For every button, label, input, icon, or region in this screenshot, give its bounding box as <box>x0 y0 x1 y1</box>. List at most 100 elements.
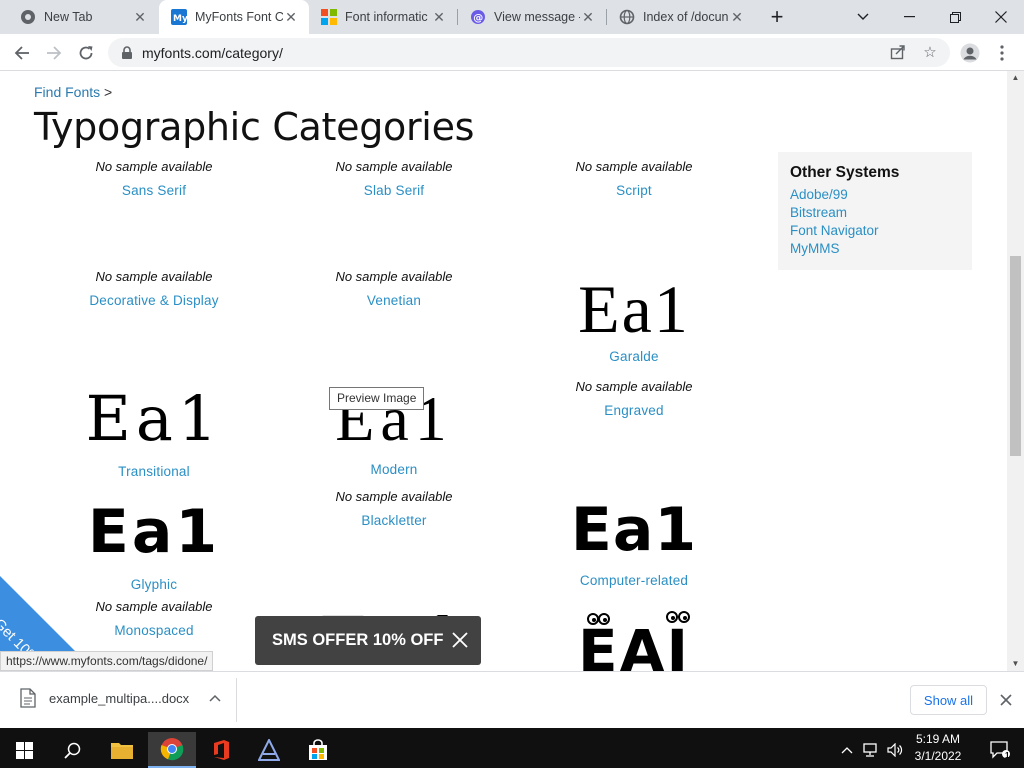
sidebar-link-bitstream[interactable]: Bitstream <box>790 204 960 222</box>
tab-new-tab[interactable]: New Tab ✕ <box>8 0 158 34</box>
office-button[interactable] <box>197 732 245 768</box>
new-tab-button[interactable]: + <box>760 0 794 34</box>
download-item[interactable]: example_multipa....docx <box>20 688 221 708</box>
search-button[interactable] <box>48 732 96 768</box>
clock-date: 3/1/2022 <box>914 749 962 763</box>
category-link[interactable]: Modern <box>274 462 514 477</box>
close-icon[interactable] <box>451 631 469 649</box>
category-link[interactable]: Computer-related <box>514 573 754 588</box>
browser-menu-button[interactable] <box>988 39 1016 67</box>
scroll-up-arrow-icon[interactable]: ▲ <box>1007 71 1024 85</box>
chrome-taskbar-button[interactable] <box>148 732 196 768</box>
category-decorative-display: No sample available Decorative & Display <box>34 269 274 308</box>
sms-offer-banner[interactable]: SMS OFFER 10% OFF <box>255 616 481 665</box>
category-computer-related: Ea1 Computer-related <box>514 495 754 588</box>
close-window-button[interactable] <box>978 0 1024 34</box>
tab-title: MyFonts Font C <box>195 10 283 24</box>
sidebar-link-mymms[interactable]: MyMMS <box>790 240 960 258</box>
windows-taskbar: 5:19 AM 3/1/2022 1 <box>0 728 1024 768</box>
breadcrumb: Find Fonts > <box>34 84 112 100</box>
network-icon <box>863 743 877 757</box>
category-link[interactable]: Venetian <box>274 293 514 308</box>
cartoon-glyphs-sample: EAI <box>578 611 690 671</box>
category-link[interactable]: Garalde <box>514 349 754 364</box>
close-tab-icon[interactable]: ✕ <box>283 9 299 25</box>
minimize-icon <box>903 16 915 18</box>
no-sample-text: No sample available <box>95 269 213 284</box>
tray-expand-button[interactable] <box>836 732 858 768</box>
browser-toolbar: myfonts.com/category/ ☆ <box>0 34 1024 71</box>
file-explorer-button[interactable] <box>98 732 146 768</box>
url-text: myfonts.com/category/ <box>142 44 283 61</box>
sample-image-cartoon[interactable]: EAI <box>514 607 754 671</box>
sidebar-link-adobe[interactable]: Adobe/99 <box>790 186 960 204</box>
share-icon[interactable] <box>889 44 907 62</box>
sample-glyphs: Ea1 <box>87 497 221 567</box>
document-file-icon <box>20 688 36 708</box>
profile-button[interactable] <box>956 39 984 67</box>
restore-button[interactable] <box>932 0 978 34</box>
bookmark-star-icon[interactable]: ☆ <box>921 44 939 62</box>
tab-view-message[interactable]: @ View message - ✕ <box>458 0 606 34</box>
reload-button[interactable] <box>72 39 100 67</box>
breadcrumb-find-fonts-link[interactable]: Find Fonts <box>34 84 100 100</box>
back-button[interactable] <box>8 39 36 67</box>
start-button[interactable] <box>0 732 48 768</box>
sample-image-glyphic[interactable]: Ea1 <box>34 497 274 567</box>
volume-button[interactable] <box>884 732 906 768</box>
category-link[interactable]: Decorative & Display <box>34 293 274 308</box>
close-icon <box>995 11 1007 23</box>
category-link[interactable]: Script <box>514 183 754 198</box>
category-link[interactable]: Engraved <box>514 403 754 418</box>
preview-image-tooltip: Preview Image <box>329 387 425 410</box>
sidebar-link-font-navigator[interactable]: Font Navigator <box>790 222 960 240</box>
sample-glyphs: Ea1 <box>570 495 698 565</box>
browser-tab-strip: New Tab ✕ My MyFonts Font C ✕ Font infor… <box>0 0 1024 34</box>
sample-image-transitional[interactable]: Ea1 <box>34 384 274 454</box>
tab-myfonts[interactable]: My MyFonts Font C ✕ <box>159 0 309 34</box>
store-bag-icon <box>309 739 327 760</box>
tab-search-button[interactable] <box>840 0 886 34</box>
address-bar[interactable]: myfonts.com/category/ ☆ <box>108 38 950 67</box>
folder-icon <box>111 743 133 759</box>
category-link[interactable]: Slab Serif <box>274 183 514 198</box>
store-button[interactable] <box>294 732 342 768</box>
category-slab-serif: No sample available Slab Serif <box>274 159 514 198</box>
category-link[interactable]: Blackletter <box>274 513 514 528</box>
chevron-up-icon[interactable] <box>209 694 221 702</box>
page-title: Typographic Categories <box>34 105 475 149</box>
close-tab-icon[interactable]: ✕ <box>431 9 447 25</box>
system-clock[interactable]: 5:19 AM 3/1/2022 <box>910 731 966 765</box>
no-sample-text: No sample available <box>575 379 693 394</box>
close-tab-icon[interactable]: ✕ <box>580 9 596 25</box>
tab-font-information[interactable]: Font informatic ✕ <box>309 0 457 34</box>
close-tab-icon[interactable]: ✕ <box>729 9 745 25</box>
action-center-button[interactable]: 1 <box>976 732 1024 768</box>
app-taskbar-button[interactable] <box>245 732 293 768</box>
sample-image-computer-related[interactable]: Ea1 <box>514 495 754 565</box>
no-sample-text: No sample available <box>95 159 213 174</box>
category-link[interactable]: Sans Serif <box>34 183 274 198</box>
sample-glyphs: Ea1 <box>85 382 223 455</box>
no-sample-text: No sample available <box>575 159 693 174</box>
forward-button[interactable] <box>40 39 68 67</box>
page-scrollbar[interactable]: ▲ ▼ <box>1007 71 1024 671</box>
show-all-button[interactable]: Show all <box>910 685 987 715</box>
downloads-divider <box>236 678 237 722</box>
category-link[interactable]: Transitional <box>34 464 274 479</box>
close-icon[interactable] <box>1000 694 1012 706</box>
close-tab-icon[interactable]: ✕ <box>132 9 148 25</box>
avatar-icon <box>960 43 980 63</box>
scrollbar-thumb[interactable] <box>1010 256 1021 456</box>
tab-index-of-docs[interactable]: Index of /docun ✕ <box>607 0 755 34</box>
sample-image-garalde[interactable]: Ea1 <box>514 274 754 344</box>
kebab-menu-icon <box>1000 45 1004 61</box>
reload-icon <box>79 46 93 60</box>
notification-count: 1 <box>1005 751 1010 760</box>
scroll-down-arrow-icon[interactable]: ▼ <box>1007 657 1024 671</box>
minimize-button[interactable] <box>886 0 932 34</box>
category-sans-serif: No sample available Sans Serif <box>34 159 274 198</box>
chrome-icon <box>160 738 184 761</box>
tab-title: View message - <box>494 10 580 24</box>
network-button[interactable] <box>860 732 882 768</box>
